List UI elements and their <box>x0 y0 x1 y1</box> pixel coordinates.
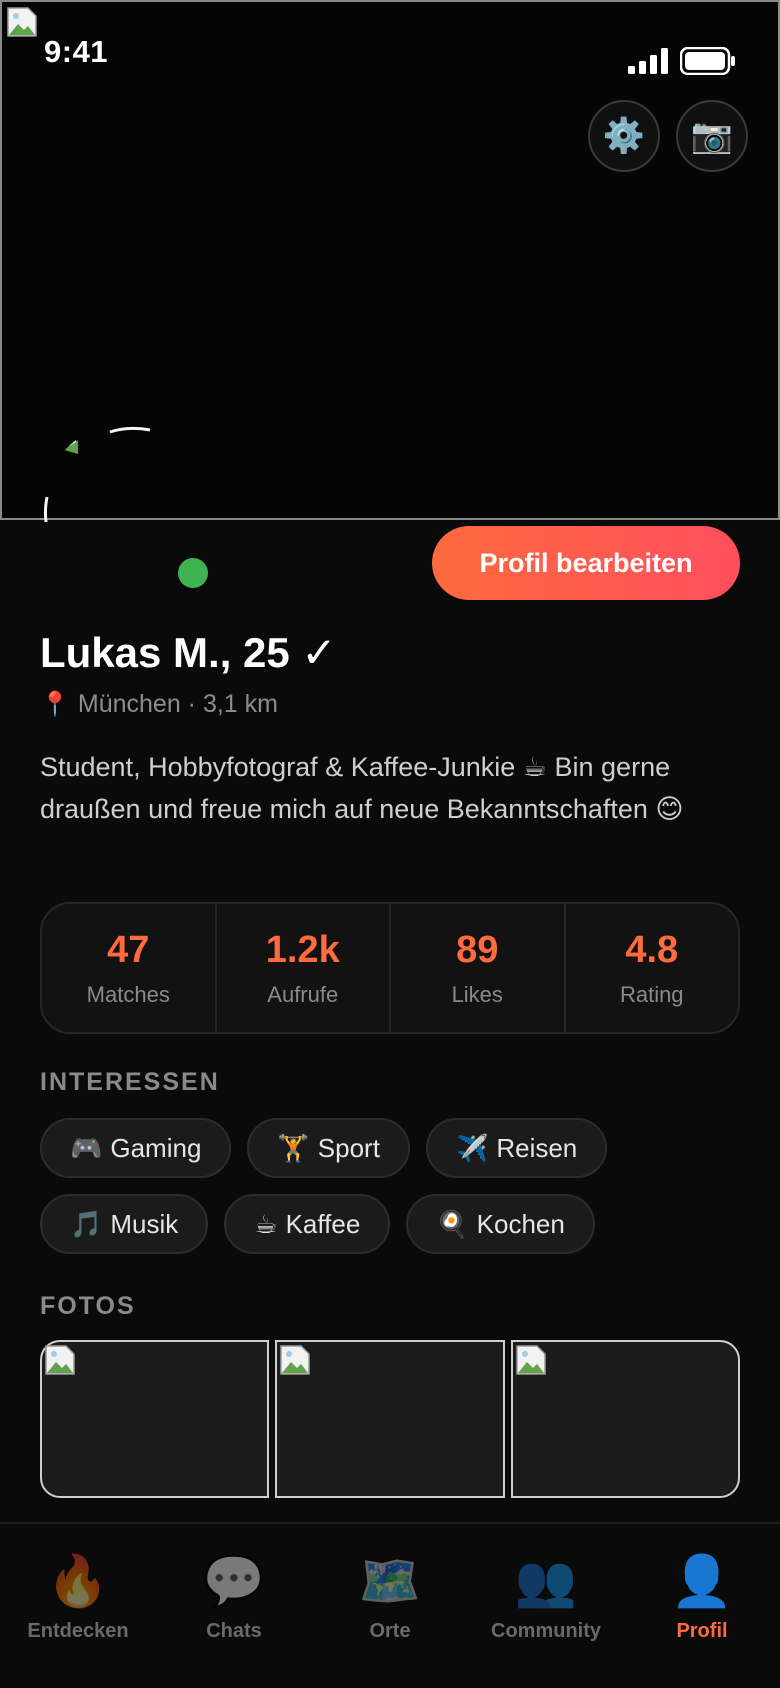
interest-chip-coffee[interactable]: ☕ Kaffee <box>224 1194 391 1254</box>
avatar[interactable] <box>40 422 220 602</box>
online-status-indicator <box>178 558 208 588</box>
stat-value: 47 <box>107 928 150 971</box>
broken-image-icon <box>280 1345 311 1375</box>
cellular-signal-icon <box>628 48 668 74</box>
interests-heading: INTERESSEN <box>40 1068 220 1096</box>
interest-chip-gaming[interactable]: 🎮 Gaming <box>40 1118 232 1178</box>
tab-community[interactable]: 👥 Community <box>468 1524 624 1688</box>
stat-label: Likes <box>451 981 503 1007</box>
stat-value: 89 <box>456 928 499 971</box>
gear-icon: ⚙️ <box>602 117 646 155</box>
stat-label: Matches <box>86 981 170 1007</box>
profile-location: 📍 München · 3,1 km <box>40 690 278 719</box>
tab-label: Community <box>491 1620 601 1642</box>
tab-places[interactable]: 🗺️ Orte <box>312 1524 468 1688</box>
status-bar: 9:41 <box>0 0 780 100</box>
photo-thumbnail[interactable] <box>40 1340 270 1498</box>
frying-pan-icon: 🍳 <box>436 1208 469 1239</box>
interest-label: Sport <box>317 1132 380 1163</box>
speech-bubble-icon: 💬 <box>202 1553 266 1609</box>
person-icon: 👤 <box>670 1553 734 1609</box>
broken-image-icon <box>515 1345 546 1375</box>
tab-label: Chats <box>206 1620 262 1642</box>
settings-button[interactable]: ⚙️ <box>588 100 660 172</box>
people-icon: 👥 <box>514 1553 578 1609</box>
tab-discover[interactable]: 🔥 Entdecken <box>0 1524 156 1688</box>
interest-label: Reisen <box>496 1132 578 1163</box>
interest-label: Musik <box>110 1208 179 1239</box>
tab-label: Entdecken <box>27 1620 129 1642</box>
battery-icon <box>680 47 735 75</box>
profile-name: Lukas M., 25 ✓ <box>40 629 337 676</box>
stat-matches[interactable]: 47 Matches <box>42 904 217 1032</box>
tab-chats[interactable]: 💬 Chats <box>156 1524 312 1688</box>
fire-icon: 🔥 <box>46 1553 110 1609</box>
stat-label: Rating <box>619 981 684 1007</box>
stat-value: 1.2k <box>265 928 340 971</box>
tab-label: Profil <box>676 1620 728 1642</box>
location-text: München · 3,1 km <box>77 690 278 718</box>
stat-rating[interactable]: 4.8 Rating <box>566 904 739 1032</box>
interest-label: Kaffee <box>285 1208 361 1239</box>
tab-label: Orte <box>369 1620 411 1642</box>
stat-label: Aufrufe <box>267 981 339 1007</box>
stats-card: 47 Matches 1.2k Aufrufe 89 Likes 4.8 Rat… <box>40 902 740 1034</box>
weightlifter-icon: 🏋️ <box>277 1132 310 1163</box>
tab-profile[interactable]: 👤 Profil <box>624 1524 780 1688</box>
photo-thumbnail[interactable] <box>510 1340 740 1498</box>
stat-likes[interactable]: 89 Likes <box>391 904 566 1032</box>
interest-chip-sport[interactable]: 🏋️ Sport <box>247 1118 410 1178</box>
airplane-icon: ✈️ <box>455 1132 489 1163</box>
photo-grid <box>40 1340 740 1498</box>
camera-icon: 📷 <box>690 117 734 155</box>
interest-chip-cooking[interactable]: 🍳 Kochen <box>406 1194 595 1254</box>
map-icon: 🗺️ <box>358 1553 422 1609</box>
interest-chip-travel[interactable]: ✈️ Reisen <box>425 1118 608 1178</box>
gamepad-icon: 🎮 <box>70 1132 103 1163</box>
status-time: 9:41 <box>44 34 109 69</box>
interest-label: Gaming <box>110 1132 202 1163</box>
photo-thumbnail[interactable] <box>275 1340 505 1498</box>
stat-views[interactable]: 1.2k Aufrufe <box>217 904 391 1032</box>
bottom-tab-bar: 🔥 Entdecken 💬 Chats 🗺️ Orte 👥 Community … <box>0 1522 780 1688</box>
coffee-icon: ☕ <box>254 1208 278 1239</box>
profile-bio: Student, Hobbyfotograf & Kaffee-Junkie ☕… <box>40 752 684 824</box>
music-note-icon: 🎵 <box>70 1208 103 1239</box>
broken-image-icon <box>45 1345 75 1375</box>
camera-button[interactable]: 📷 <box>676 100 748 172</box>
interests-list: 🎮 Gaming 🏋️ Sport ✈️ Reisen 🎵 Musik ☕ Ka… <box>40 1118 740 1270</box>
photos-heading: FOTOS <box>40 1292 136 1320</box>
interest-label: Kochen <box>476 1208 565 1239</box>
stat-value: 4.8 <box>625 928 679 971</box>
edit-profile-button[interactable]: Profil bearbeiten <box>432 526 740 600</box>
interest-chip-music[interactable]: 🎵 Musik <box>40 1194 209 1254</box>
location-pin-icon: 📍 <box>40 691 70 718</box>
